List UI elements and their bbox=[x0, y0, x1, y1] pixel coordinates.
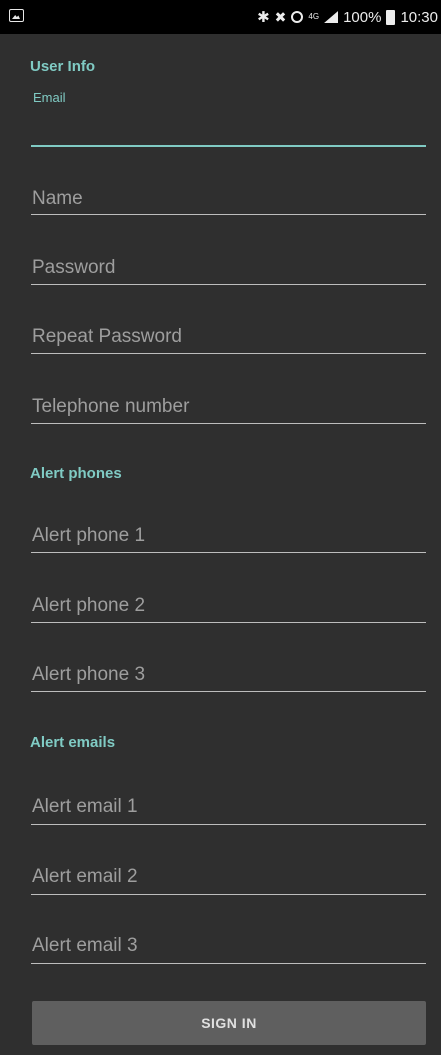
alert-phone-3-underline bbox=[31, 691, 426, 692]
alert-phone-2-underline bbox=[31, 622, 426, 623]
alert-phone-1-field[interactable]: Alert phone 1 bbox=[31, 520, 426, 554]
alert-phone-2-placeholder: Alert phone 2 bbox=[32, 595, 146, 616]
password-field-underline bbox=[31, 284, 426, 285]
alert-email-3-field[interactable]: Alert email 3 bbox=[31, 930, 426, 964]
telephone-field-underline bbox=[31, 423, 426, 424]
alert-phone-3-placeholder: Alert phone 3 bbox=[32, 664, 146, 685]
status-icons: ✱ ✖ 4G 100% 10:30 bbox=[257, 7, 438, 27]
name-field[interactable]: Name bbox=[31, 182, 426, 216]
alert-email-2-field[interactable]: Alert email 2 bbox=[31, 861, 426, 895]
alert-email-2-placeholder: Alert email 2 bbox=[32, 866, 138, 887]
battery-icon bbox=[386, 9, 396, 25]
clock-time: 10:30 bbox=[400, 8, 438, 26]
password-field-placeholder: Password bbox=[32, 257, 116, 278]
alert-emails-header: Alert emails bbox=[30, 734, 116, 751]
4g-icon: 4G bbox=[308, 12, 320, 21]
alert-email-3-placeholder: Alert email 3 bbox=[32, 935, 138, 956]
name-field-placeholder: Name bbox=[32, 188, 83, 209]
alert-email-1-placeholder: Alert email 1 bbox=[32, 796, 138, 817]
battery-percent: 100% bbox=[343, 8, 382, 26]
alert-email-1-field[interactable]: Alert email 1 bbox=[31, 791, 426, 825]
alert-email-1-underline bbox=[31, 824, 426, 825]
email-field-label: Email bbox=[33, 90, 66, 105]
alert-email-3-underline bbox=[31, 963, 426, 964]
status-bar: ✱ ✖ 4G 100% 10:30 bbox=[0, 0, 441, 34]
alert-phone-1-placeholder: Alert phone 1 bbox=[32, 525, 146, 546]
alert-phones-header: Alert phones bbox=[30, 465, 122, 482]
mute-icon: ✖ bbox=[274, 8, 287, 25]
email-field-underline bbox=[31, 145, 426, 147]
bluetooth-icon: ✱ bbox=[257, 9, 270, 26]
image-icon bbox=[9, 9, 24, 22]
name-field-underline bbox=[31, 214, 426, 215]
password-field[interactable]: Password bbox=[31, 252, 426, 286]
user-info-header: User Info bbox=[30, 58, 96, 75]
alert-phone-3-field[interactable]: Alert phone 3 bbox=[31, 659, 426, 693]
email-field[interactable] bbox=[31, 112, 426, 146]
alert-phone-1-underline bbox=[31, 552, 426, 553]
repeat-password-field[interactable]: Repeat Password bbox=[31, 321, 426, 355]
alarm-icon bbox=[291, 11, 304, 23]
telephone-field-placeholder: Telephone number bbox=[32, 396, 190, 417]
repeat-password-field-placeholder: Repeat Password bbox=[32, 326, 182, 347]
repeat-password-field-underline bbox=[31, 353, 426, 354]
alert-phone-2-field[interactable]: Alert phone 2 bbox=[31, 590, 426, 624]
sign-in-button[interactable]: SIGN IN bbox=[32, 1001, 426, 1045]
telephone-field[interactable]: Telephone number bbox=[31, 391, 426, 425]
alert-email-2-underline bbox=[31, 894, 426, 895]
signal-icon bbox=[324, 11, 339, 23]
